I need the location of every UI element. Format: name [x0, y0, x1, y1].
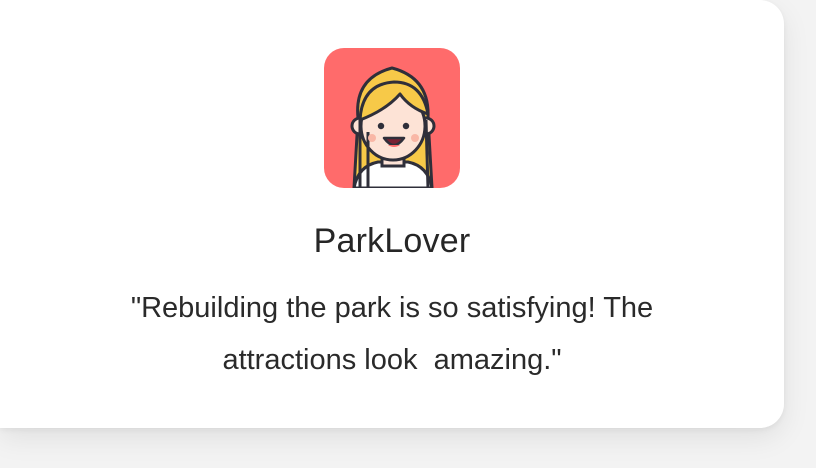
username: ParkLover	[313, 222, 471, 260]
user-avatar	[324, 48, 460, 188]
woman-avatar-icon	[324, 48, 460, 188]
review-quote: "Rebuilding the park is so satisfying! T…	[130, 292, 662, 376]
review-card: ParkLover "Rebuilding the park is so sat…	[0, 0, 784, 428]
